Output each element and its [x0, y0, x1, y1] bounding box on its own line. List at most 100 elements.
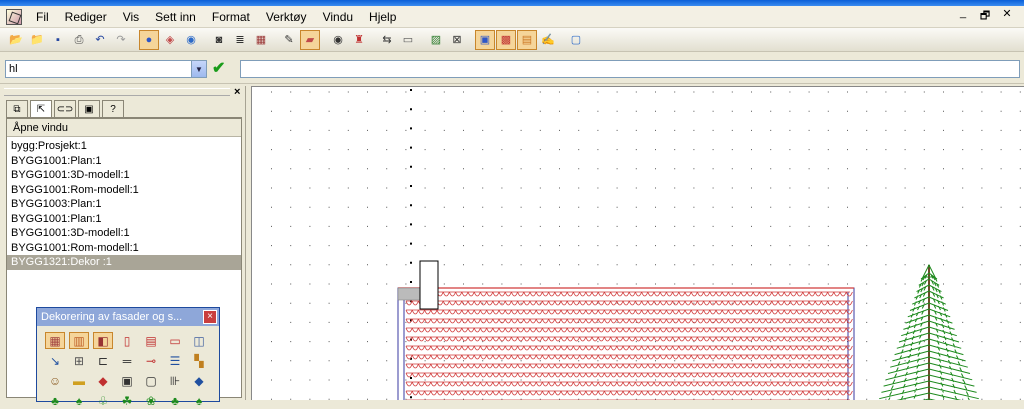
pen-edit-button[interactable]: ✍ [538, 30, 558, 50]
frame-button[interactable]: ▣ [475, 29, 495, 50]
plant-a-tool[interactable]: ♧ [93, 392, 113, 409]
app-icon[interactable] [6, 8, 22, 25]
menu-format[interactable]: Format [204, 6, 258, 28]
minimize-button[interactable]: _ [956, 7, 970, 26]
eraser-button[interactable]: ▰ [300, 29, 320, 50]
undo-button[interactable]: ↶ [90, 30, 110, 50]
cross-box-button[interactable]: ⊠ [447, 30, 467, 50]
window-list-item[interactable]: BYGG1001:Rom-modell:1 [7, 241, 241, 256]
menu-file[interactable]: Fil [28, 6, 57, 28]
roof-icon: ▭ [169, 333, 181, 348]
tab-link-icon[interactable]: ⊂⊃ [54, 100, 76, 117]
palette-title[interactable]: Dekorering av fasader og s... × [37, 308, 219, 326]
window-list-item[interactable]: bygg:Prosjekt:1 [7, 139, 241, 154]
sign-tool[interactable]: ▬ [69, 372, 89, 389]
color-block-tool[interactable]: ▚ [189, 352, 209, 369]
blue-sphere-button[interactable]: ◉ [181, 30, 201, 50]
toolbar-separator [370, 30, 376, 50]
tab-cursor-icon[interactable]: ⇱ [30, 100, 52, 117]
picture-button[interactable]: ▨ [426, 30, 446, 50]
open-folder-button[interactable]: 📂 [6, 30, 26, 50]
dash-line-tool[interactable]: ═ [117, 352, 137, 369]
mirror-button[interactable]: ⇆ [377, 30, 397, 50]
window-list-item[interactable]: BYGG1001:3D-modell:1 [7, 226, 241, 241]
fill-grid-button[interactable]: ▤ [517, 29, 537, 50]
window-list-item[interactable]: BYGG1001:3D-modell:1 [7, 168, 241, 183]
window-frame-tool[interactable]: ▯ [117, 332, 137, 349]
window-list-item[interactable]: BYGG1003:Plan:1 [7, 197, 241, 212]
blue-sphere-icon: ◉ [186, 33, 196, 46]
roof-tool[interactable]: ▭ [165, 332, 185, 349]
facade-tool[interactable]: ◧ [93, 332, 113, 349]
print-button[interactable]: ⎙ [69, 30, 89, 50]
cross-box-icon: ⊠ [452, 33, 462, 46]
command-input[interactable] [240, 60, 1020, 78]
box-tool-tool[interactable]: ▣ [117, 372, 137, 389]
save-button[interactable]: ▪ [48, 30, 68, 50]
grid-select-button[interactable]: ▦ [251, 30, 271, 50]
main-toolbar: 📂 📁 ▪ ⎙ ↶ ↷ ● ◈ ◉ ◙ ≣ ▦ ✎ ▰ ◉ ♜ ⇆ ▭ ▨ ⊠ ▣ ▩ ▤ ✍ ▢ [0, 28, 1024, 52]
person-tool[interactable]: ☺ [45, 372, 65, 389]
redo-button[interactable]: ↷ [111, 30, 131, 50]
panel-tabs: ⧉ ⇱ ⊂⊃ ▣ ? [6, 100, 242, 118]
person-icon: ☺ [48, 373, 62, 388]
panel-tool[interactable]: ⊞ [69, 352, 89, 369]
sphere-button[interactable]: ● [139, 29, 159, 50]
folder-button[interactable]: 📁 [27, 30, 47, 50]
tab-layers-icon[interactable]: ⧉ [6, 100, 28, 117]
layer-combo[interactable]: hl ▼ [5, 60, 207, 78]
canvas-drawing[interactable] [252, 87, 1024, 400]
frame-icon: ▣ [479, 33, 491, 46]
bars-tool[interactable]: ☰ [165, 352, 185, 369]
cube-button[interactable]: ◈ [160, 30, 180, 50]
fence-tool[interactable]: ⊪ [165, 372, 185, 389]
rail-tool[interactable]: ⊏ [93, 352, 113, 369]
menu-window[interactable]: Vindu [315, 6, 361, 28]
box-button[interactable]: ▭ [398, 30, 418, 50]
panel-grip[interactable] [4, 88, 230, 96]
restore-button[interactable]: 🗗 [978, 7, 992, 26]
menu-view[interactable]: Vis [115, 6, 147, 28]
eye-button[interactable]: ◉ [328, 30, 348, 50]
rect-tool[interactable]: ▢ [141, 372, 161, 389]
tab-window-icon[interactable]: ▣ [78, 100, 100, 117]
stamp-button[interactable]: ◙ [209, 30, 229, 50]
stack-button[interactable]: ≣ [230, 30, 250, 50]
eraser-icon: ▰ [305, 33, 315, 46]
menu-insert[interactable]: Sett inn [147, 6, 204, 28]
tree-d-tool[interactable]: ♠ [189, 392, 209, 409]
red-pen-button[interactable]: ♜ [349, 30, 369, 50]
door-tool[interactable]: ▤ [141, 332, 161, 349]
palette-close-icon[interactable]: × [203, 310, 217, 324]
node-line-tool[interactable]: ⊸ [141, 352, 161, 369]
tab-help-icon[interactable]: ? [102, 100, 124, 117]
tree-b-tool[interactable]: ♠ [69, 392, 89, 409]
red-pen-icon: ♜ [354, 33, 364, 46]
arrow-tool-tool[interactable]: ↘ [45, 352, 65, 369]
glass-tool[interactable]: ◫ [189, 332, 209, 349]
toolbar-separator [559, 30, 565, 50]
window-list-item[interactable]: BYGG1001:Plan:1 [7, 154, 241, 169]
window-list-item[interactable]: BYGG1321:Dekor :1 [7, 255, 241, 270]
tree-c-tool[interactable]: ♣ [165, 392, 185, 409]
select-grid-button[interactable]: ▩ [496, 29, 516, 50]
bush-tool[interactable]: ❀ [141, 392, 161, 409]
diamond-tool[interactable]: ◆ [189, 372, 209, 389]
brick-fill-tool[interactable]: ▥ [69, 332, 89, 349]
menu-help[interactable]: Hjelp [361, 6, 404, 28]
shield-tool[interactable]: ◆ [93, 372, 113, 389]
plant-b-tool[interactable]: ☘ [117, 392, 137, 409]
menu-edit[interactable]: Rediger [57, 6, 115, 28]
close-button[interactable]: ✕ [1000, 7, 1014, 26]
chevron-down-icon[interactable]: ▼ [191, 61, 206, 77]
confirm-check-icon[interactable]: ✔ [212, 58, 225, 78]
tree-a-tool[interactable]: ♣ [45, 392, 65, 409]
stone-wall-tool[interactable]: ▦ [45, 332, 65, 349]
blue-box-button[interactable]: ▢ [566, 30, 586, 50]
drawing-canvas[interactable] [251, 86, 1024, 400]
pencil-button[interactable]: ✎ [279, 30, 299, 50]
window-list-item[interactable]: BYGG1001:Rom-modell:1 [7, 183, 241, 198]
panel-close-icon[interactable]: × [234, 86, 240, 98]
menu-tools[interactable]: Verktøy [258, 6, 315, 28]
window-list-item[interactable]: BYGG1001:Plan:1 [7, 212, 241, 227]
